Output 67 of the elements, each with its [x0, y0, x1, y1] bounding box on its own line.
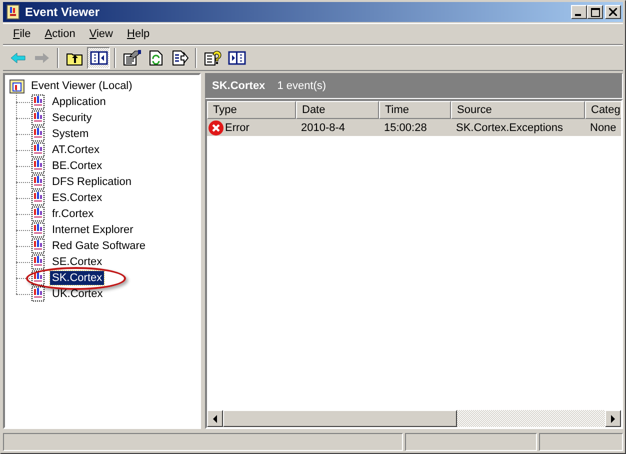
- window-title: Event Viewer: [25, 5, 100, 19]
- log-book-icon: [30, 222, 46, 238]
- log-book-icon: [30, 190, 46, 206]
- pane-title: SK.Cortex: [212, 80, 266, 92]
- tree-item[interactable]: DFS Replication: [50, 175, 134, 189]
- panel-icon: [90, 50, 108, 66]
- right-arrow-icon: [32, 50, 50, 66]
- tree-item[interactable]: ES.Cortex: [50, 191, 104, 205]
- tree-item[interactable]: Internet Explorer: [50, 223, 136, 237]
- log-book-icon: [30, 94, 46, 110]
- left-triangle-icon: [212, 414, 218, 422]
- tree-item[interactable]: BE.Cortex: [50, 159, 104, 173]
- tree-button[interactable]: [87, 47, 110, 69]
- maximize-button[interactable]: [587, 5, 603, 19]
- tree-item[interactable]: Red Gate Software: [50, 239, 148, 253]
- error-icon: [208, 120, 224, 136]
- event-count: 1 event(s): [277, 80, 326, 92]
- refresh-icon: [146, 50, 164, 66]
- table-cell: Error: [225, 122, 250, 134]
- column-header[interactable]: Time: [379, 101, 451, 119]
- document-pen-icon: [122, 50, 140, 66]
- menu-item[interactable]: Help: [120, 28, 157, 40]
- log-book-icon: [30, 126, 46, 142]
- column-header[interactable]: Type: [207, 101, 296, 119]
- log-book-icon: [30, 142, 46, 158]
- log-book-icon: [30, 286, 46, 302]
- scroll-left-button[interactable]: [207, 410, 223, 427]
- table-cell: SK.Cortex.Exceptions: [456, 122, 563, 134]
- close-button[interactable]: [605, 5, 621, 19]
- help-icon: [204, 50, 222, 66]
- tree-item[interactable]: Security: [50, 111, 94, 125]
- menu-item[interactable]: Action: [38, 28, 82, 40]
- scroll-right-button[interactable]: [605, 410, 621, 427]
- scroll-thumb[interactable]: [223, 410, 457, 427]
- left-arrow-icon: [8, 50, 26, 66]
- tree-item[interactable]: AT.Cortex: [50, 143, 102, 157]
- column-header[interactable]: Date: [296, 101, 379, 119]
- log-book-icon: [30, 174, 46, 190]
- horizontal-scrollbar[interactable]: [207, 410, 621, 427]
- log-book-icon: [30, 110, 46, 126]
- log-book-icon: [30, 238, 46, 254]
- right-triangle-icon: [610, 414, 616, 422]
- log-book-icon: [30, 158, 46, 174]
- computer-log-icon: [9, 78, 25, 94]
- log-book-icon: [30, 270, 46, 286]
- close-icon: [609, 8, 617, 16]
- table-cell: None: [590, 122, 616, 134]
- panel-icon: [228, 50, 246, 66]
- menu-item[interactable]: File: [6, 28, 38, 40]
- tree-item[interactable]: SE.Cortex: [50, 255, 104, 269]
- table-cell: 2010-8-4: [301, 122, 346, 134]
- column-header[interactable]: Source: [451, 101, 585, 119]
- maximize-icon: [590, 8, 600, 16]
- tree-item[interactable]: Application: [50, 95, 108, 109]
- minimize-button[interactable]: [571, 5, 587, 19]
- document-arrow-icon: [170, 50, 188, 66]
- tree-item[interactable]: System: [50, 127, 91, 141]
- menu-item[interactable]: View: [82, 28, 120, 40]
- tree-item[interactable]: UK.Cortex: [50, 287, 105, 301]
- log-book-icon: [30, 206, 46, 222]
- tree-item[interactable]: SK.Cortex: [50, 271, 104, 285]
- log-book-icon: [30, 254, 46, 270]
- table-cell: 15:00:28: [384, 122, 427, 134]
- event-row[interactable]: Error 2010-8-4 15:00:28 SK.Cortex.Exceptions None: [207, 119, 621, 136]
- tree-item[interactable]: fr.Cortex: [50, 207, 96, 221]
- log-book-icon: [5, 4, 21, 20]
- tree-item[interactable]: Event Viewer (Local): [29, 79, 134, 93]
